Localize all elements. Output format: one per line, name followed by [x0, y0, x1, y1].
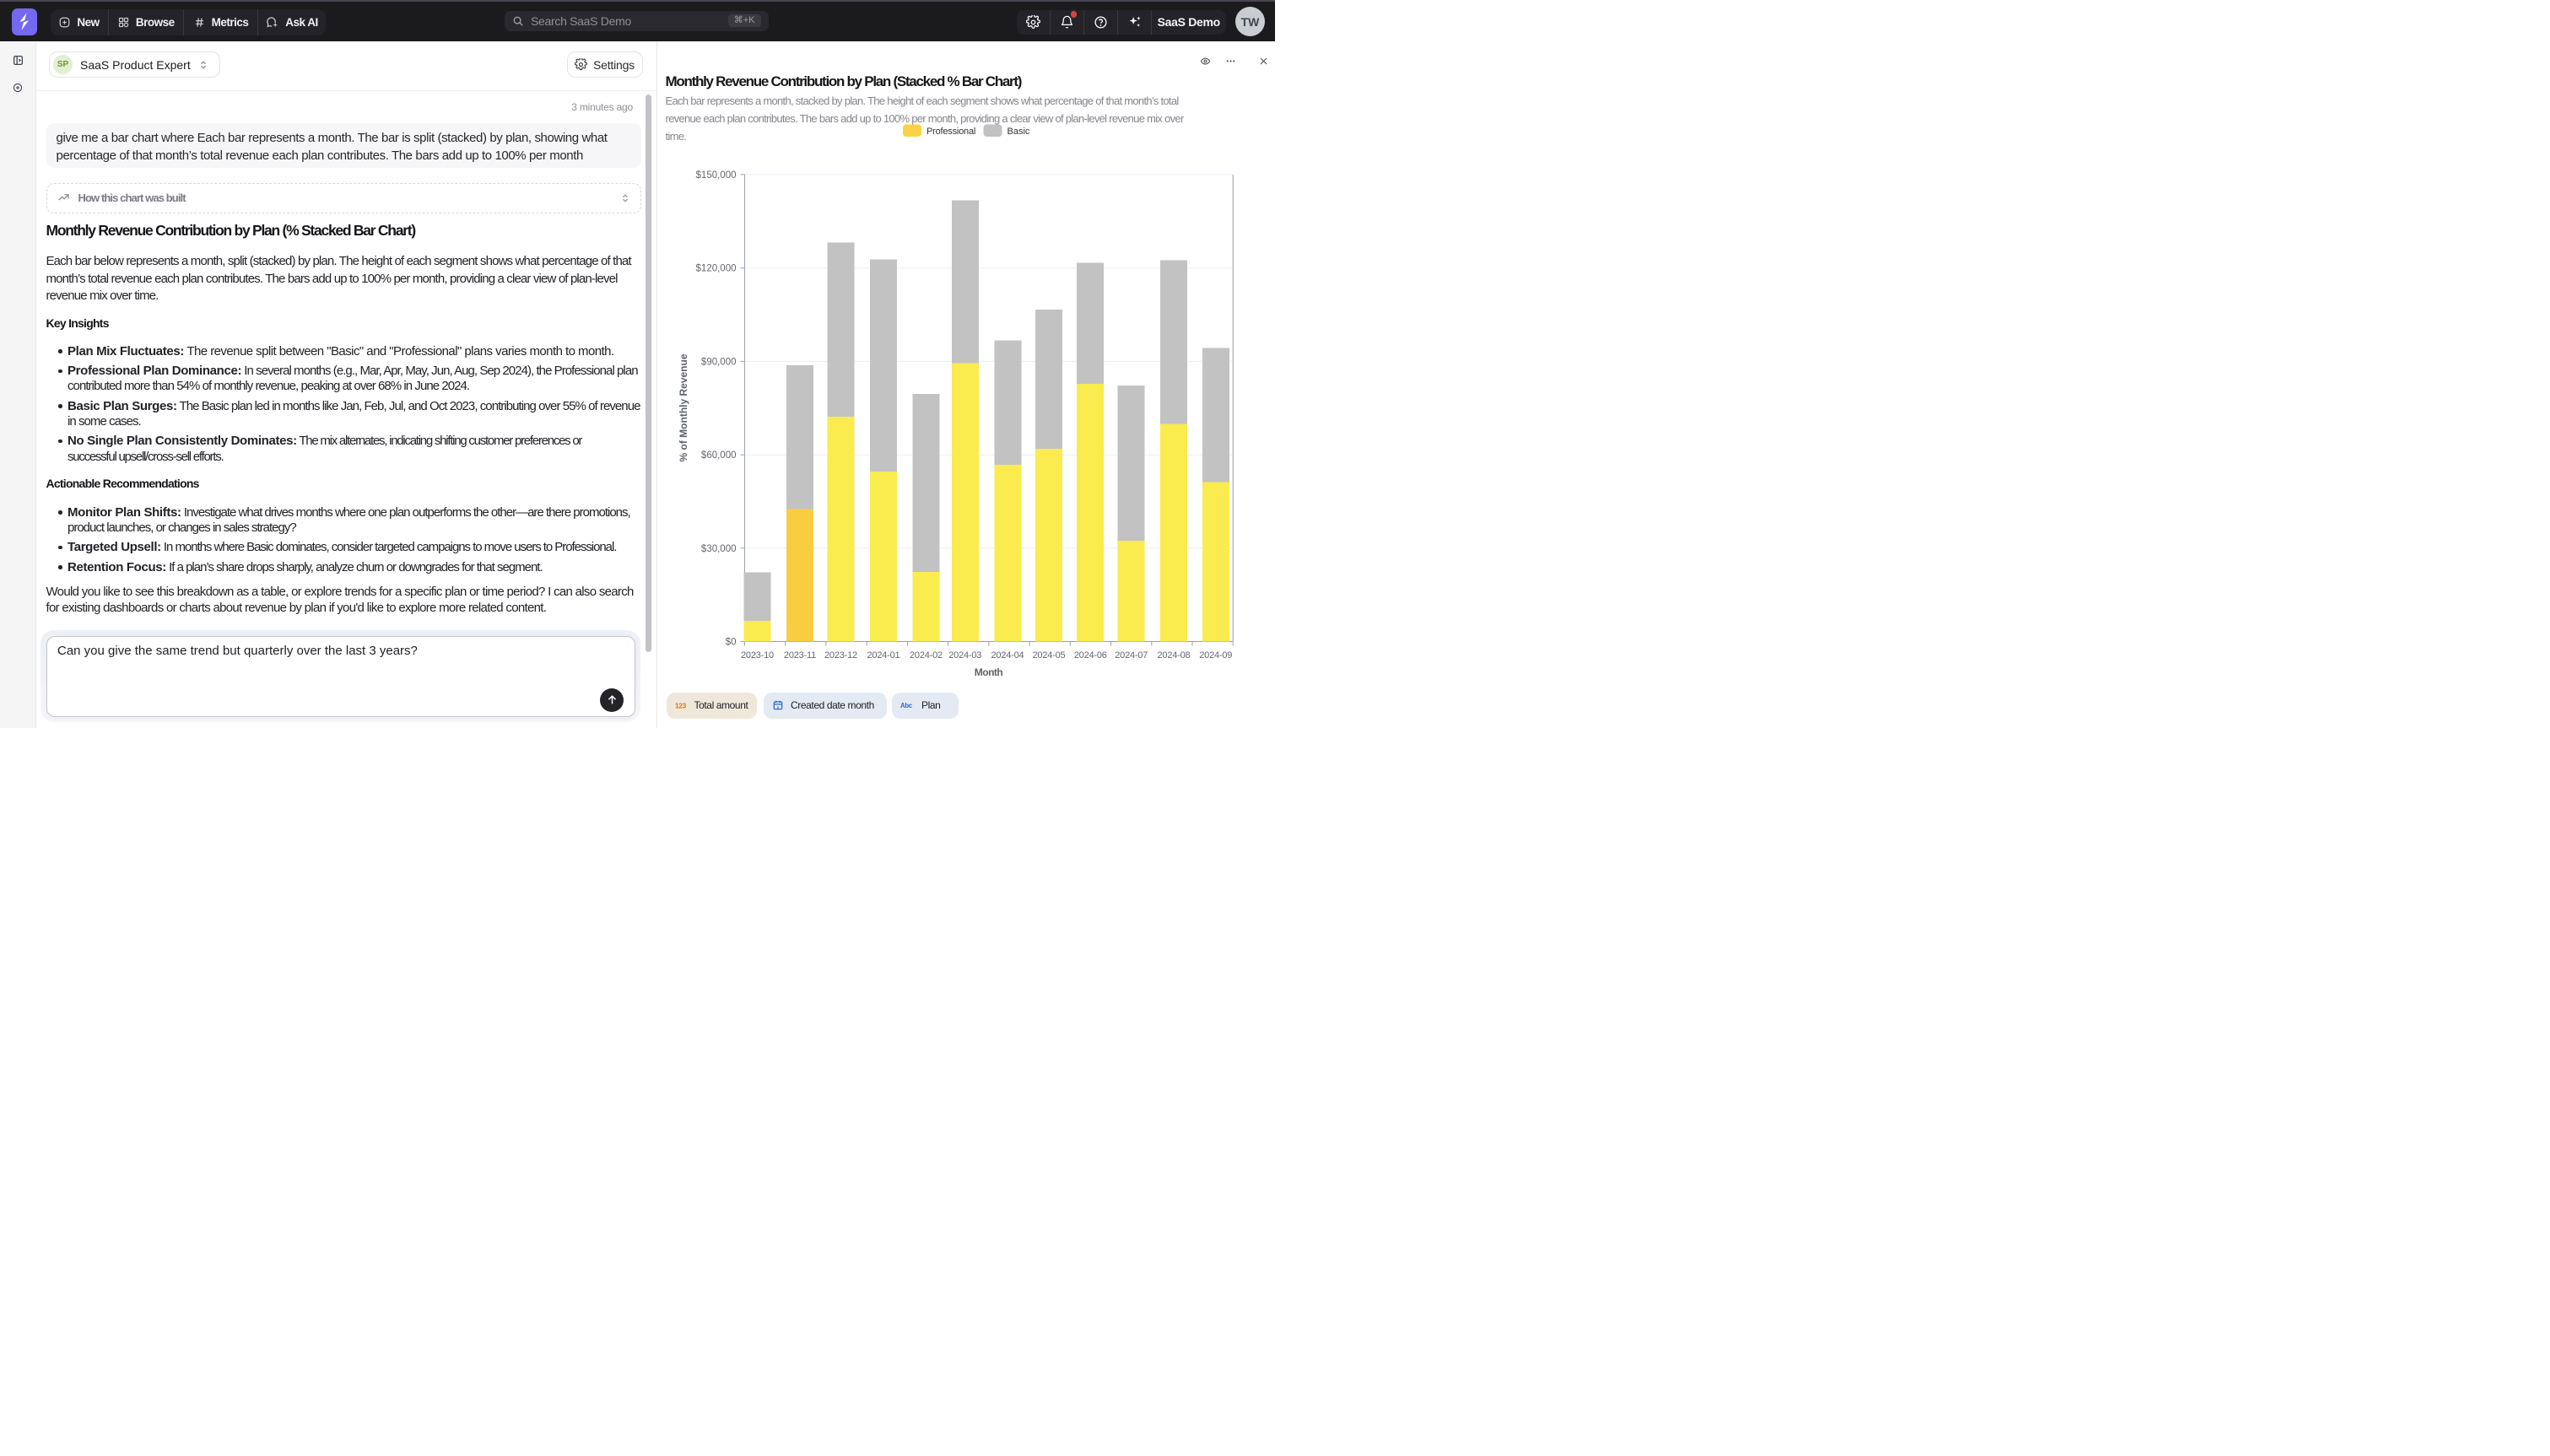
svg-text:2024-06: 2024-06 — [1073, 650, 1106, 661]
svg-text:2024-04: 2024-04 — [991, 650, 1024, 661]
svg-text:2023-11: 2023-11 — [783, 650, 815, 661]
svg-text:Basic: Basic — [1007, 127, 1029, 137]
svg-text:Month: Month — [974, 666, 1002, 678]
svg-text:2023-10: 2023-10 — [741, 650, 774, 661]
svg-text:$120,000: $120,000 — [695, 264, 736, 274]
svg-text:2024-01: 2024-01 — [867, 650, 900, 661]
svg-text:123: 123 — [675, 702, 687, 709]
svg-text:$90,000: $90,000 — [700, 357, 736, 367]
svg-text:$60,000: $60,000 — [700, 450, 736, 461]
svg-text:2024-02: 2024-02 — [910, 650, 943, 661]
svg-text:2024-07: 2024-07 — [1115, 650, 1148, 661]
svg-text:$150,000: $150,000 — [695, 170, 736, 181]
svg-text:Abc: Abc — [900, 702, 913, 709]
svg-text:% of Monthly Revenue: % of Monthly Revenue — [678, 353, 689, 461]
svg-text:2024-08: 2024-08 — [1157, 650, 1190, 661]
svg-text:2024-09: 2024-09 — [1199, 650, 1232, 661]
svg-text:$0: $0 — [725, 638, 736, 648]
svg-text:2024-03: 2024-03 — [948, 650, 981, 661]
svg-text:2024-05: 2024-05 — [1032, 650, 1065, 661]
svg-text:2023-12: 2023-12 — [824, 650, 857, 661]
svg-text:Professional: Professional — [927, 127, 975, 137]
svg-text:$30,000: $30,000 — [700, 544, 736, 554]
